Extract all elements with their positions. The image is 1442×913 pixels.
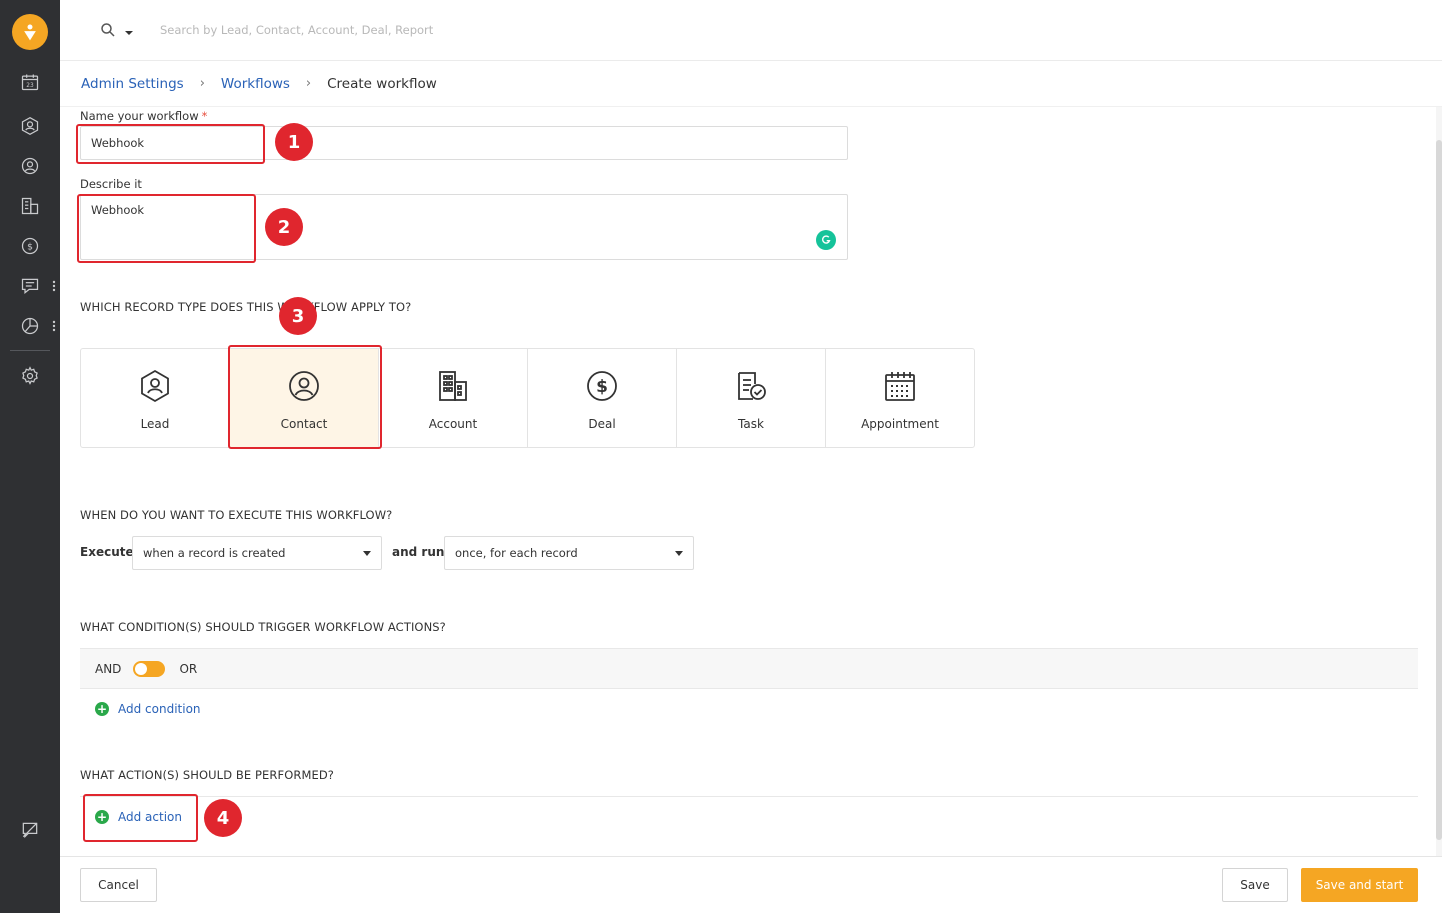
- execute-heading: WHEN DO YOU WANT TO EXECUTE THIS WORKFLO…: [80, 508, 393, 522]
- actions-heading: WHAT ACTION(S) SHOULD BE PERFORMED?: [80, 768, 335, 782]
- add-condition-label: Add condition: [118, 702, 201, 716]
- annotation-badge-2: 2: [265, 208, 303, 246]
- workflow-description-input[interactable]: Webhook: [80, 194, 848, 260]
- lead-icon[interactable]: [18, 114, 42, 138]
- run-label: and run: [392, 545, 445, 559]
- form-footer: Cancel Save Save and start: [60, 856, 1442, 913]
- breadcrumb-separator: ›: [199, 76, 205, 91]
- cancel-button[interactable]: Cancel: [80, 868, 157, 902]
- record-type-heading: WHICH RECORD TYPE DOES THIS WORKFLOW APP…: [80, 300, 412, 314]
- calendar-icon: [885, 372, 915, 401]
- record-type-deal[interactable]: $ Deal: [527, 348, 677, 448]
- conditions-heading: WHAT CONDITION(S) SHOULD TRIGGER WORKFLO…: [80, 620, 446, 634]
- record-type-lead[interactable]: Lead: [80, 348, 230, 448]
- execute-trigger-select[interactable]: when a record is created: [132, 536, 382, 570]
- breadcrumb: Admin Settings › Workflows › Create work…: [60, 61, 1442, 107]
- more-icon[interactable]: [52, 320, 56, 332]
- or-label: OR: [179, 661, 198, 676]
- sidebar-divider: [10, 350, 50, 351]
- contact-icon[interactable]: [18, 154, 42, 178]
- breadcrumb-admin-settings[interactable]: Admin Settings: [81, 76, 184, 92]
- chat-icon[interactable]: [18, 274, 42, 298]
- chevron-down-icon: [675, 551, 683, 556]
- chevron-down-icon: [363, 551, 371, 556]
- svg-text:23: 23: [26, 83, 34, 89]
- breadcrumb-separator: ›: [305, 76, 312, 91]
- task-icon: [738, 372, 766, 400]
- name-label: Name your workflow *: [80, 109, 208, 123]
- annotation-badge-4: 4: [204, 799, 242, 837]
- settings-icon[interactable]: [18, 364, 42, 388]
- add-condition-button[interactable]: + Add condition: [95, 702, 201, 716]
- describe-label: Describe it: [80, 177, 142, 191]
- account-icon: [439, 371, 467, 401]
- plus-circle-icon: +: [95, 702, 109, 716]
- chevron-down-icon[interactable]: [124, 26, 134, 35]
- plus-circle-icon: +: [95, 810, 109, 824]
- toggle-knob: [135, 662, 148, 675]
- contact-icon: [289, 371, 319, 401]
- grammarly-icon[interactable]: [816, 230, 836, 250]
- svg-text:$: $: [27, 241, 33, 252]
- workflow-name-input[interactable]: [80, 126, 848, 160]
- deal-icon[interactable]: $: [18, 234, 42, 258]
- record-type-options: Lead Contact Account $ Deal Task Appoint…: [80, 348, 975, 448]
- calendar-icon[interactable]: 23: [18, 70, 42, 94]
- reports-icon[interactable]: [18, 314, 42, 338]
- announcement-icon[interactable]: [18, 818, 42, 842]
- scrollbar-thumb[interactable]: [1436, 140, 1442, 840]
- execute-trigger-value: when a record is created: [143, 546, 286, 560]
- add-action-button[interactable]: + Add action: [95, 810, 182, 824]
- and-or-toggle[interactable]: [133, 660, 166, 677]
- condition-operator-bar: AND OR: [80, 648, 1418, 689]
- record-type-contact[interactable]: Contact: [229, 348, 379, 448]
- global-search-input[interactable]: [160, 18, 760, 42]
- sidebar: 23 $: [0, 0, 60, 913]
- account-icon[interactable]: [18, 194, 42, 218]
- actions-divider: [80, 796, 1418, 797]
- annotation-badge-1: 1: [275, 123, 313, 161]
- record-type-task[interactable]: Task: [676, 348, 826, 448]
- run-frequency-select[interactable]: once, for each record: [444, 536, 694, 570]
- save-button[interactable]: Save: [1222, 868, 1288, 902]
- record-type-label: Appointment: [861, 417, 939, 431]
- freshsales-logo-icon[interactable]: [12, 14, 48, 50]
- add-action-label: Add action: [118, 810, 182, 824]
- record-type-label: Contact: [280, 417, 328, 431]
- save-and-start-button[interactable]: Save and start: [1301, 868, 1418, 902]
- page-title: Create workflow: [327, 75, 437, 92]
- more-icon[interactable]: [52, 280, 56, 292]
- breadcrumb-workflows[interactable]: Workflows: [221, 76, 290, 92]
- search-icon[interactable]: [100, 22, 116, 38]
- top-bar: [60, 0, 1442, 61]
- record-type-label: Deal: [588, 417, 616, 431]
- and-label: AND: [95, 661, 122, 676]
- lead-icon: [141, 369, 169, 403]
- record-type-account[interactable]: Account: [378, 348, 528, 448]
- deal-icon: $: [587, 371, 617, 401]
- annotation-badge-3: 3: [279, 297, 317, 335]
- execute-label: Execute: [80, 545, 134, 559]
- record-type-appointment[interactable]: Appointment: [825, 348, 975, 448]
- run-frequency-value: once, for each record: [455, 546, 578, 560]
- record-type-label: Account: [428, 417, 478, 431]
- svg-text:$: $: [596, 377, 608, 397]
- record-type-label: Task: [738, 417, 764, 431]
- record-type-label: Lead: [140, 417, 170, 431]
